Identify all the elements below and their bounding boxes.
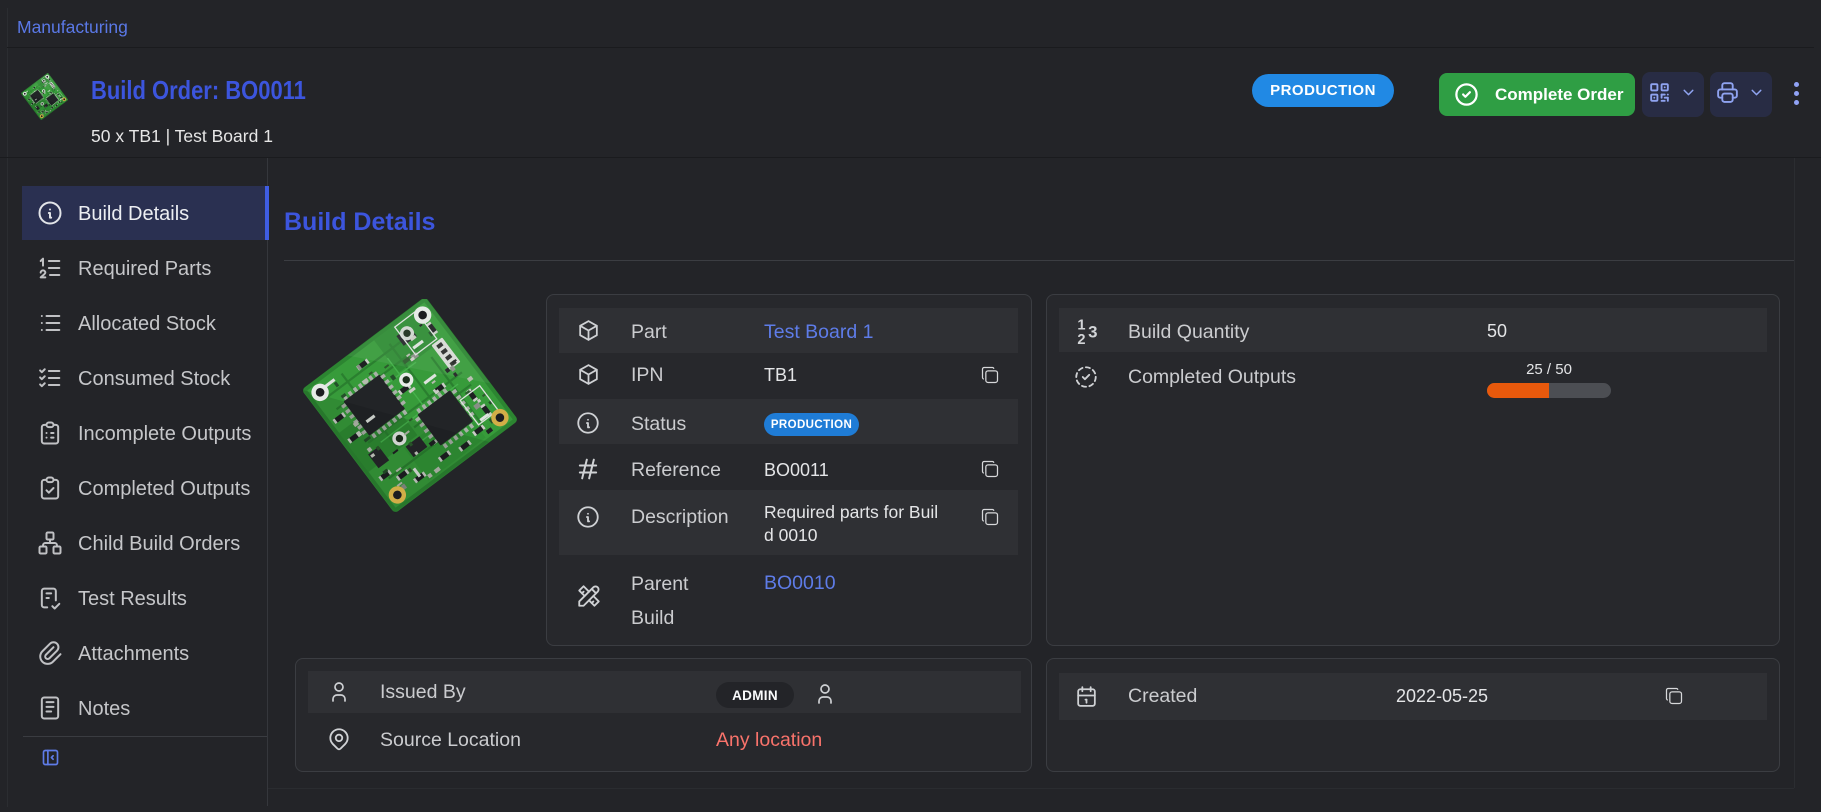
svg-text:2: 2: [1077, 332, 1085, 344]
svg-text:1: 1: [1077, 317, 1085, 333]
svg-text:3: 3: [1088, 322, 1097, 341]
